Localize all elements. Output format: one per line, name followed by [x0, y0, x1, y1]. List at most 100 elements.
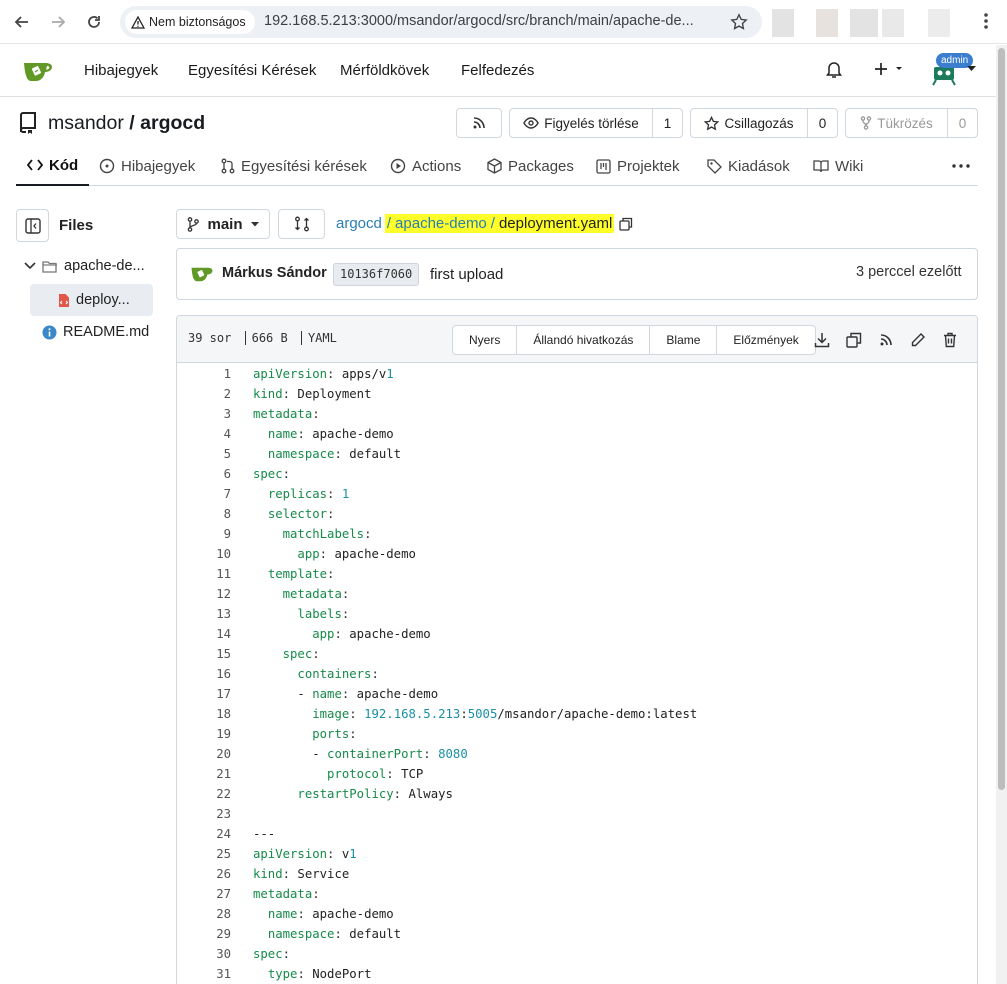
gitea-logo-icon[interactable] — [22, 58, 54, 82]
line-number[interactable]: 1 — [177, 364, 231, 384]
line-number[interactable]: 18 — [177, 704, 231, 724]
branch-selector[interactable]: main — [176, 209, 270, 239]
commit-sha[interactable]: 10136f7060 — [333, 263, 420, 286]
unwatch-button[interactable]: Figyelés törlése 1 — [509, 108, 683, 138]
browser-menu-icon[interactable] — [984, 12, 988, 30]
tree-folder-apache-demo[interactable]: apache-de... — [24, 258, 145, 274]
line-number[interactable]: 10 — [177, 544, 231, 564]
line-number[interactable]: 23 — [177, 804, 231, 824]
line-number[interactable]: 30 — [177, 944, 231, 964]
tab-packages[interactable]: Packages — [487, 146, 574, 186]
url-text[interactable]: 192.168.5.213:3000/msandor/argocd/src/br… — [264, 13, 716, 29]
tree-file-readme[interactable]: README.md — [42, 324, 149, 340]
line-number[interactable]: 14 — [177, 624, 231, 644]
tab-issues[interactable]: Hibajegyek — [99, 146, 195, 186]
chevron-down-icon[interactable] — [967, 66, 976, 72]
star-icon — [704, 115, 720, 131]
line-number[interactable]: 24 — [177, 824, 231, 844]
compare-button[interactable] — [278, 209, 325, 239]
extension-icon[interactable] — [882, 9, 904, 37]
security-badge[interactable]: Nem biztonságos — [125, 10, 255, 34]
tab-pull-requests[interactable]: Egyesítési kérések — [221, 146, 367, 186]
line-number[interactable]: 4 — [177, 424, 231, 444]
bell-icon[interactable] — [825, 60, 843, 79]
blame-button[interactable]: Blame — [649, 326, 716, 354]
code-line: 15 spec: — [177, 644, 977, 664]
tree-file-deployment[interactable]: deploy... — [58, 292, 130, 308]
copy-content-icon[interactable] — [844, 330, 864, 350]
tab-wiki[interactable]: Wiki — [813, 146, 863, 186]
nav-pull-requests[interactable]: Egyesítési Kérések — [188, 62, 316, 79]
line-number[interactable]: 25 — [177, 844, 231, 864]
star-button[interactable]: Csillagozás 0 — [690, 108, 838, 138]
create-plus-icon[interactable] — [873, 61, 905, 77]
tab-projects[interactable]: Projektek — [596, 146, 680, 186]
line-number[interactable]: 13 — [177, 604, 231, 624]
bookmark-star-icon[interactable] — [730, 13, 748, 31]
edit-pencil-icon[interactable] — [908, 330, 928, 350]
extension-icon[interactable] — [816, 9, 838, 37]
star-count[interactable]: 0 — [807, 109, 837, 137]
extension-icon[interactable] — [850, 9, 878, 37]
extension-icon[interactable] — [772, 9, 794, 37]
line-number[interactable]: 22 — [177, 784, 231, 804]
line-number[interactable]: 2 — [177, 384, 231, 404]
line-number[interactable]: 20 — [177, 744, 231, 764]
line-number[interactable]: 17 — [177, 684, 231, 704]
line-number[interactable]: 27 — [177, 884, 231, 904]
nav-issues[interactable]: Hibajegyek — [84, 62, 158, 79]
file-info: 39 sor 666 B YAML — [188, 331, 337, 345]
line-number[interactable]: 26 — [177, 864, 231, 884]
line-number[interactable]: 29 — [177, 924, 231, 944]
download-icon[interactable] — [812, 330, 832, 350]
breadcrumb-current-file: deployment.yaml — [498, 215, 613, 232]
forward-icon[interactable] — [46, 10, 70, 34]
code-line: 19 ports: — [177, 724, 977, 744]
permalink-button[interactable]: Állandó hivatkozás — [516, 326, 649, 354]
reload-icon[interactable] — [82, 10, 106, 34]
tab-releases[interactable]: Kiadások — [707, 146, 790, 186]
commit-message[interactable]: first upload — [430, 266, 503, 283]
line-number[interactable]: 6 — [177, 464, 231, 484]
more-tabs-icon[interactable] — [952, 146, 970, 186]
line-number[interactable]: 5 — [177, 444, 231, 464]
nav-explore[interactable]: Felfedezés — [461, 62, 534, 79]
nav-milestones[interactable]: Mérföldkövek — [340, 62, 429, 79]
raw-button[interactable]: Nyers — [453, 326, 516, 354]
line-number[interactable]: 8 — [177, 504, 231, 524]
sidebar-toggle-button[interactable] — [16, 209, 49, 242]
tab-actions[interactable]: Actions — [390, 146, 461, 186]
line-number[interactable]: 11 — [177, 564, 231, 584]
author-avatar[interactable] — [190, 264, 214, 282]
breadcrumb-folder-link[interactable]: apache-demo — [395, 215, 487, 232]
line-number[interactable]: 21 — [177, 764, 231, 784]
code-text: app: apache-demo — [312, 627, 431, 641]
back-icon[interactable] — [10, 10, 34, 34]
history-button[interactable]: Előzmények — [716, 326, 814, 354]
line-number[interactable]: 16 — [177, 664, 231, 684]
line-number[interactable]: 19 — [177, 724, 231, 744]
line-number[interactable]: 31 — [177, 964, 231, 984]
repo-name-link[interactable]: argocd — [140, 112, 205, 134]
watch-count[interactable]: 1 — [652, 109, 682, 137]
repo-owner-link[interactable]: msandor — [48, 112, 124, 134]
line-number[interactable]: 28 — [177, 904, 231, 924]
code-text: apiVersion: apps/v1 — [253, 367, 394, 381]
breadcrumb-root-link[interactable]: argocd — [336, 215, 382, 232]
line-number[interactable]: 15 — [177, 644, 231, 664]
code-text: kind: Deployment — [253, 387, 372, 401]
code-text: spec: — [253, 467, 291, 481]
line-number[interactable]: 3 — [177, 404, 231, 424]
line-number[interactable]: 9 — [177, 524, 231, 544]
trash-icon[interactable] — [940, 330, 960, 350]
commit-author[interactable]: Márkus Sándor — [222, 265, 327, 281]
rss-button[interactable] — [456, 108, 502, 138]
line-number[interactable]: 7 — [177, 484, 231, 504]
rss-icon[interactable] — [876, 330, 896, 350]
code-line: 7 replicas: 1 — [177, 484, 977, 504]
scrollbar-thumb[interactable] — [998, 48, 1005, 790]
line-number[interactable]: 12 — [177, 584, 231, 604]
profile-avatar[interactable] — [928, 9, 950, 37]
tab-code[interactable]: Kód — [16, 146, 90, 186]
copy-path-icon[interactable] — [619, 217, 633, 231]
